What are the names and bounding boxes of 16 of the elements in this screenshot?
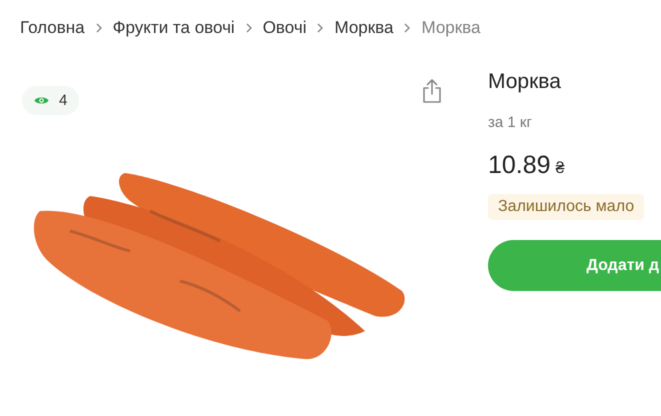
unit-label: за 1 кг (488, 114, 532, 131)
low-stock-badge: Залишилось мало (488, 194, 644, 220)
views-count: 4 (59, 92, 68, 109)
eye-icon (34, 95, 49, 106)
chevron-icon (403, 23, 412, 33)
breadcrumb-link[interactable]: Фрукти та овочі (112, 18, 235, 38)
chevron-icon (94, 23, 103, 33)
share-icon[interactable] (420, 78, 444, 104)
chevron-icon (244, 23, 253, 33)
breadcrumb-link[interactable]: Морква (421, 18, 480, 38)
breadcrumb-link[interactable]: Головна (20, 18, 85, 38)
chevron-icon (316, 23, 324, 33)
breadcrumb-link[interactable]: Овочі (262, 18, 306, 38)
price-text: 10.89 ₴ (488, 151, 564, 180)
breadcrumb-link[interactable]: Морква (334, 18, 394, 38)
product-title: Морква (488, 70, 561, 94)
